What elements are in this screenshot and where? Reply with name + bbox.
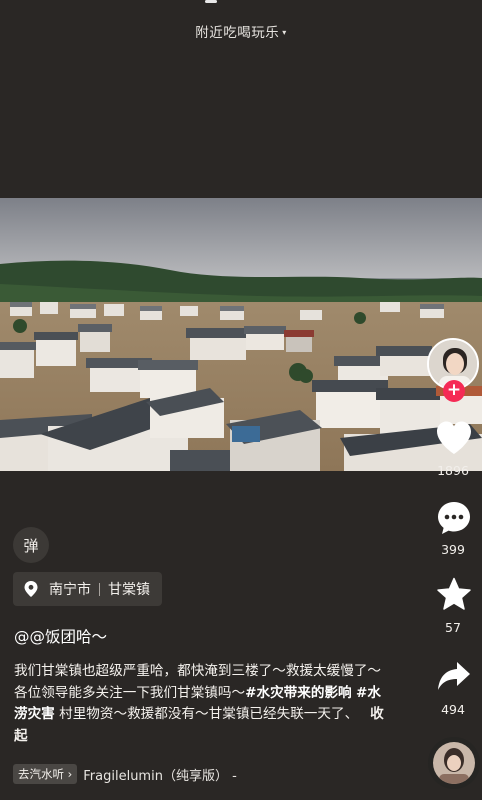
location-pin-icon bbox=[24, 581, 38, 597]
comment-count: 399 bbox=[441, 542, 465, 557]
like-heart-icon[interactable] bbox=[435, 420, 473, 456]
chevron-down-icon: ▾ bbox=[282, 28, 287, 37]
location-divider bbox=[99, 582, 100, 596]
caption-tail: 村里物资～救援都没有～甘棠镇已经失联一天了、 bbox=[54, 706, 359, 722]
follow-button[interactable]: + bbox=[443, 380, 465, 402]
music-row[interactable]: 去汽水听 › Fragilelumin（纯享版） - bbox=[13, 764, 237, 784]
video-player[interactable] bbox=[0, 198, 482, 471]
music-cover-image bbox=[433, 742, 475, 784]
tab-indicator bbox=[205, 0, 217, 3]
barrage-toggle-button[interactable]: 弹 bbox=[13, 527, 49, 563]
share-icon[interactable] bbox=[436, 660, 472, 692]
nearby-feed-tab[interactable]: 附近吃喝玩乐 ▾ bbox=[0, 21, 482, 41]
favorite-star-icon[interactable] bbox=[436, 577, 472, 612]
location-chip[interactable]: 南宁市 甘棠镇 bbox=[13, 572, 162, 606]
flood-video-frame bbox=[0, 198, 482, 471]
like-count: 1896 bbox=[437, 463, 469, 478]
music-disc[interactable] bbox=[428, 737, 480, 789]
post-caption: 我们甘棠镇也超级严重哈，都快淹到三楼了～救援太缓慢了～各位领导能多关注一下我们甘… bbox=[14, 661, 386, 747]
open-qishui-music-button[interactable]: 去汽水听 › bbox=[13, 764, 78, 784]
comment-icon[interactable] bbox=[436, 500, 472, 536]
share-count: 494 bbox=[441, 702, 465, 717]
location-town: 甘棠镇 bbox=[108, 582, 150, 598]
location-city: 南宁市 bbox=[49, 582, 91, 598]
top-bar: 附近吃喝玩乐 ▾ bbox=[0, 0, 482, 60]
favorite-count: 57 bbox=[445, 620, 461, 635]
author-name[interactable]: @@饭团哈～ bbox=[14, 625, 107, 647]
feed-title: 附近吃喝玩乐 bbox=[195, 25, 280, 41]
barrage-label: 弹 bbox=[23, 536, 39, 555]
hashtag-flood-impact[interactable]: #水灾带来的影响 bbox=[245, 685, 352, 701]
music-title: Fragilelumin（纯享版） - bbox=[83, 768, 237, 784]
